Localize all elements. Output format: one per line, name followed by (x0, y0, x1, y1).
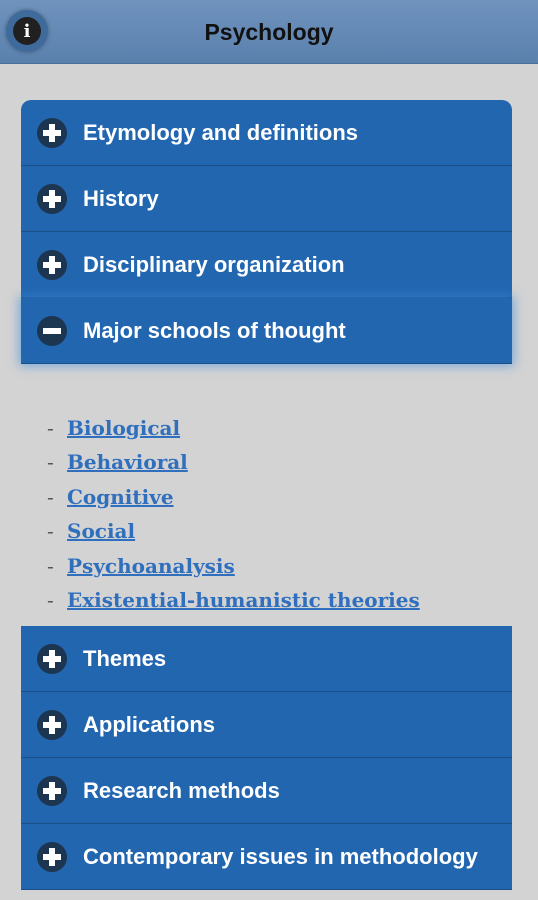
link-biological[interactable]: Biological (67, 416, 180, 440)
section-applications[interactable]: Applications (21, 692, 512, 758)
list-item: - Biological (47, 416, 512, 450)
list-item: - Social (47, 519, 512, 553)
bullet-dash: - (47, 519, 54, 544)
plus-icon (37, 841, 67, 872)
link-behavioral[interactable]: Behavioral (67, 450, 188, 474)
plus-icon (37, 117, 67, 148)
bullet-dash: - (47, 553, 54, 578)
page-title: Psychology (204, 19, 334, 45)
section-history[interactable]: History (21, 166, 512, 232)
section-themes[interactable]: Themes (21, 626, 512, 692)
section-label: Themes (83, 645, 167, 671)
minus-icon (37, 315, 67, 346)
link-cognitive[interactable]: Cognitive (67, 485, 174, 509)
plus-icon (37, 643, 67, 674)
bullet-dash: - (47, 450, 54, 475)
section-contemporary-issues[interactable]: Contemporary issues in methodology (21, 824, 512, 890)
section-label: Major schools of thought (83, 317, 346, 343)
plus-icon (37, 249, 67, 280)
accordion: Etymology and definitions History Discip… (21, 100, 512, 890)
list-item: - Behavioral (47, 450, 512, 484)
list-item: - Cognitive (47, 485, 512, 519)
section-label: Disciplinary organization (83, 251, 345, 277)
section-etymology[interactable]: Etymology and definitions (21, 100, 512, 166)
link-psychoanalysis[interactable]: Psychoanalysis (67, 554, 235, 578)
list-item: - Existential-humanistic theories (47, 588, 512, 622)
section-content-major-schools: - Biological - Behavioral - Cognitive - Soci… (21, 364, 512, 626)
plus-icon (37, 775, 67, 806)
plus-icon (37, 183, 67, 214)
link-existential-humanistic[interactable]: Existential-humanistic theories (67, 588, 420, 612)
section-major-schools[interactable]: Major schools of thought (21, 298, 512, 364)
section-disciplinary-organization[interactable]: Disciplinary organization (21, 232, 512, 298)
section-label: History (83, 185, 159, 211)
header-bar: i Psychology (0, 0, 538, 64)
section-label: Contemporary issues in methodology (83, 843, 478, 869)
bullet-dash: - (47, 587, 54, 612)
section-research-methods[interactable]: Research methods (21, 758, 512, 824)
section-label: Research methods (83, 777, 280, 803)
bullet-dash: - (47, 484, 54, 509)
list-item: - Psychoanalysis (47, 554, 512, 588)
section-label: Etymology and definitions (83, 119, 359, 145)
bullet-dash: - (47, 416, 54, 440)
section-label: Applications (83, 711, 216, 737)
link-social[interactable]: Social (67, 519, 135, 543)
plus-icon (37, 709, 67, 740)
